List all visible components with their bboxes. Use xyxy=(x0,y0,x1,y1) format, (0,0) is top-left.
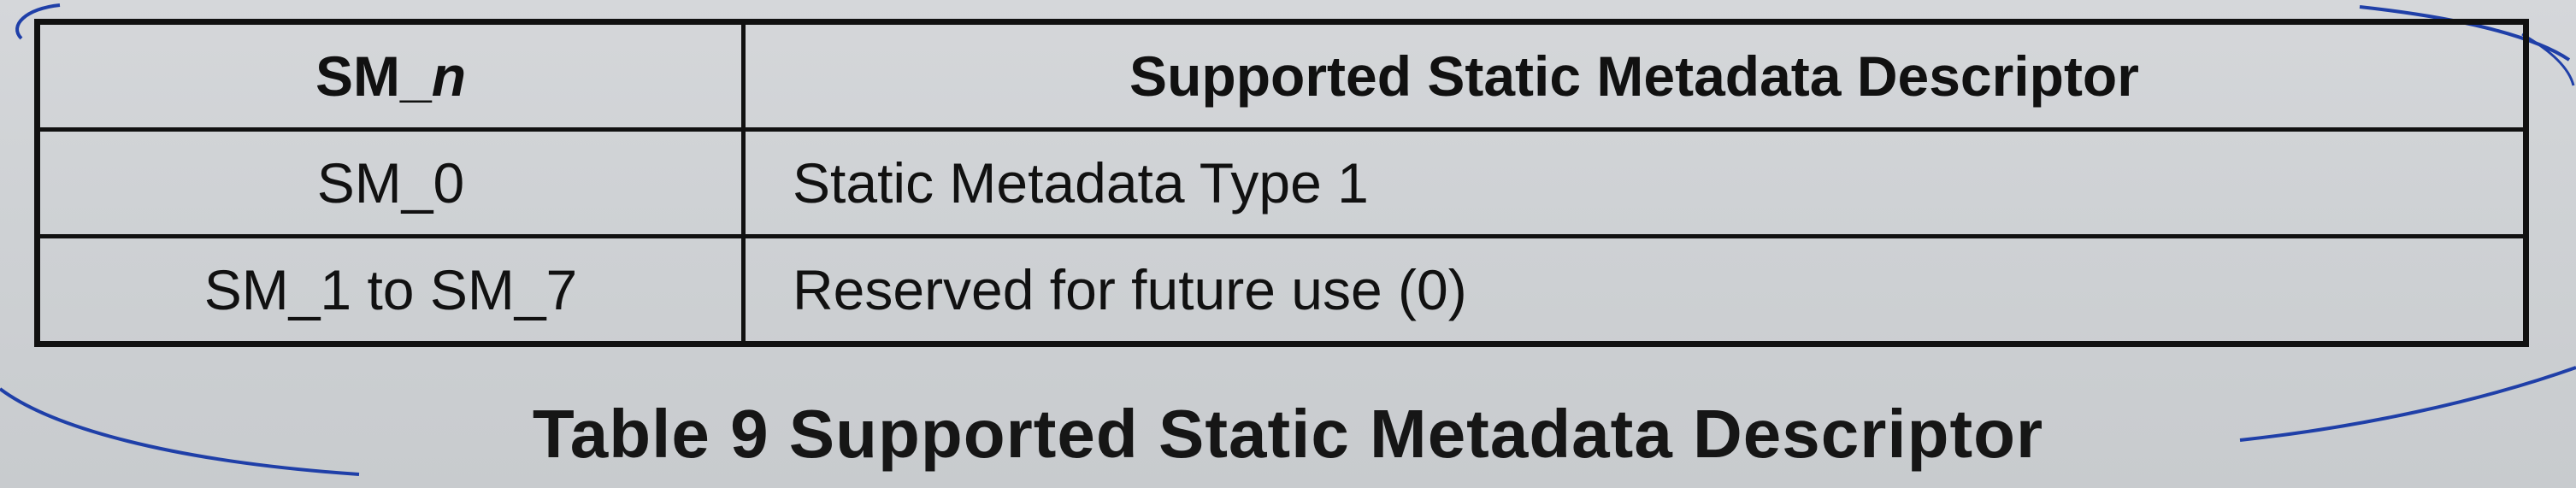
table-row: SM_0 Static Metadata Type 1 xyxy=(35,127,2528,238)
cell-descriptor: Reserved for future use (0) xyxy=(741,234,2528,346)
cell-sm: SM_0 xyxy=(35,127,746,238)
header-sm-n: SM_n xyxy=(35,20,746,132)
header-sm-prefix: SM_ xyxy=(315,44,432,108)
header-descriptor: Supported Static Metadata Descriptor xyxy=(741,20,2528,132)
static-metadata-table: SM_n Supported Static Metadata Descripto… xyxy=(34,19,2529,347)
table-row: SM_1 to SM_7 Reserved for future use (0) xyxy=(35,234,2528,346)
table-caption: Table 9 Supported Static Metadata Descri… xyxy=(532,396,2044,472)
header-sm-variable: n xyxy=(431,44,467,108)
document-page: SM_n Supported Static Metadata Descripto… xyxy=(0,0,2576,488)
table-header-row: SM_n Supported Static Metadata Descripto… xyxy=(35,20,2528,132)
cell-descriptor: Static Metadata Type 1 xyxy=(741,127,2528,238)
cell-sm: SM_1 to SM_7 xyxy=(35,234,746,346)
